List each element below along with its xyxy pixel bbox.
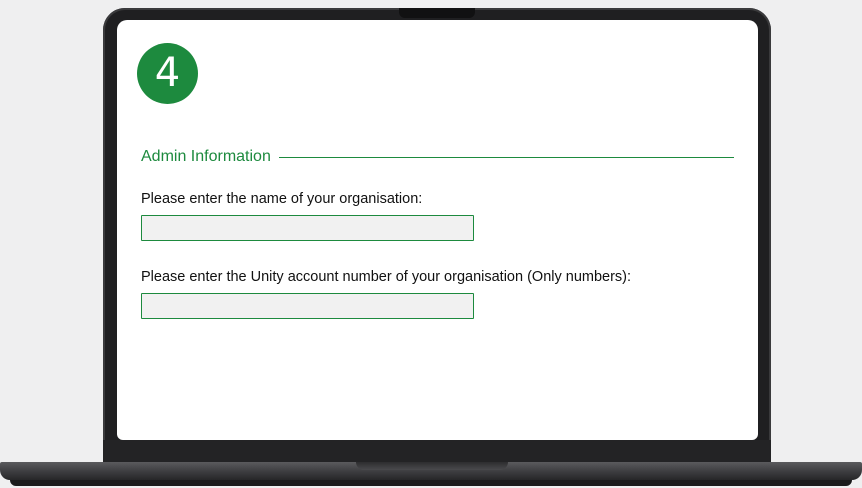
organisation-name-label: Please enter the name of your organisati… [141, 191, 423, 207]
section-header: Admin Information [141, 146, 734, 168]
account-number-input[interactable] [141, 293, 474, 319]
laptop-base-notch [356, 462, 508, 470]
camera-notch [399, 8, 475, 18]
section-divider [278, 156, 734, 158]
account-number-label: Please enter the Unity account number of… [141, 269, 632, 285]
stage: 4 Admin Information Please enter the nam… [0, 0, 862, 488]
laptop-base-foot [10, 480, 852, 486]
section-title: Admin Information [141, 148, 271, 165]
organisation-name-input[interactable] [141, 215, 474, 241]
step-number-badge: 4 [137, 43, 198, 104]
laptop-screen: 4 Admin Information Please enter the nam… [117, 20, 758, 440]
